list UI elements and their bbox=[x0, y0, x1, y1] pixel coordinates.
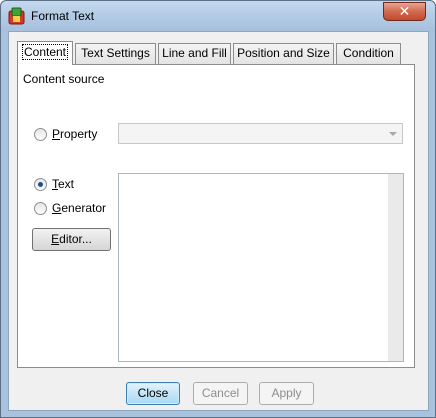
generator-radio[interactable] bbox=[34, 202, 47, 215]
chevron-down-icon[interactable] bbox=[389, 132, 397, 136]
text-radio-label[interactable]: Text bbox=[52, 177, 74, 191]
tab-label: Position and Size bbox=[237, 46, 330, 60]
tab-text-settings[interactable]: Text Settings bbox=[75, 43, 156, 64]
tab-label: Line and Fill bbox=[162, 46, 227, 60]
tab-label: Text Settings bbox=[81, 46, 150, 60]
title-bar[interactable]: Format Text ✕ bbox=[1, 1, 435, 31]
tab-position-and-size[interactable]: Position and Size bbox=[233, 43, 334, 64]
dialog-body: Content Text Settings Line and Fill Posi… bbox=[8, 31, 429, 411]
property-radio-label[interactable]: Property bbox=[52, 127, 97, 141]
close-button[interactable]: Close bbox=[126, 382, 180, 405]
format-text-window: Format Text ✕ Content Text Settings Line… bbox=[0, 0, 436, 418]
generator-radio-label[interactable]: Generator bbox=[52, 201, 106, 215]
label-text: enerator bbox=[61, 201, 107, 215]
section-divider bbox=[26, 155, 404, 156]
label-text: ext bbox=[58, 177, 75, 191]
tab-condition[interactable]: Condition bbox=[336, 43, 401, 64]
apply-button[interactable]: Apply bbox=[259, 382, 314, 405]
property-radio[interactable] bbox=[34, 128, 47, 141]
text-content-area[interactable] bbox=[118, 173, 404, 362]
tab-label: Condition bbox=[343, 46, 394, 60]
window-title: Format Text bbox=[31, 9, 95, 23]
cancel-button[interactable]: Cancel bbox=[193, 382, 248, 405]
tab-line-and-fill[interactable]: Line and Fill bbox=[158, 43, 231, 64]
accelerator-key: G bbox=[52, 201, 62, 215]
label-text: roperty bbox=[60, 127, 98, 141]
close-window-button[interactable]: ✕ bbox=[383, 2, 426, 21]
editor-button[interactable]: Editor... bbox=[32, 228, 111, 251]
tab-label: Content bbox=[21, 44, 69, 60]
content-tab-panel: Content source Property Text Generator E… bbox=[17, 64, 415, 368]
text-area-scrollbar[interactable] bbox=[388, 174, 403, 361]
content-source-label: Content source bbox=[23, 72, 105, 86]
app-icon bbox=[8, 7, 25, 25]
group-divider bbox=[118, 77, 406, 78]
label-text: ditor... bbox=[59, 232, 92, 246]
tab-content[interactable]: Content bbox=[17, 41, 73, 65]
property-select[interactable] bbox=[118, 123, 403, 144]
accelerator-key: P bbox=[52, 127, 61, 141]
text-radio[interactable] bbox=[34, 178, 47, 191]
accelerator-key: E bbox=[51, 232, 60, 246]
